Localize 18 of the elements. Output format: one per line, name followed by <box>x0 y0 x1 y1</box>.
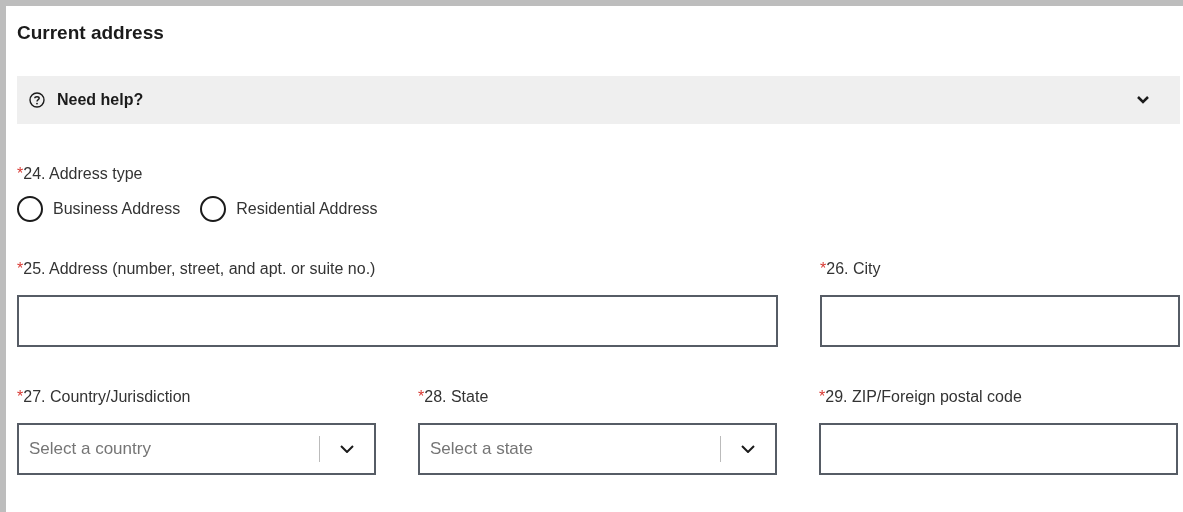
required-mark: * <box>17 164 24 184</box>
required-mark: * <box>820 259 827 279</box>
field-label: 28. State <box>424 387 489 407</box>
section-title: Current address <box>17 21 165 45</box>
select-dropdown[interactable]: Select a state <box>418 423 777 475</box>
field-label: 24. Address type <box>23 164 143 184</box>
required-mark: * <box>17 387 24 407</box>
select-dropdown[interactable]: Select a country <box>17 423 376 475</box>
field-label: 26. City <box>826 259 881 279</box>
field-label: 27. Country/Jurisdiction <box>23 387 191 407</box>
field-label: 25. Address (number, street, and apt. or suite no.) <box>23 259 376 279</box>
radio-option[interactable]: Business Address <box>17 196 181 222</box>
required-mark: * <box>418 387 425 407</box>
required-mark: * <box>819 387 826 407</box>
required-mark: * <box>17 259 24 279</box>
radio-option[interactable]: Residential Address <box>200 196 378 222</box>
need-help-toggle[interactable]: Need help? <box>17 76 1180 124</box>
field-label: 29. ZIP/Foreign postal code <box>825 387 1022 407</box>
